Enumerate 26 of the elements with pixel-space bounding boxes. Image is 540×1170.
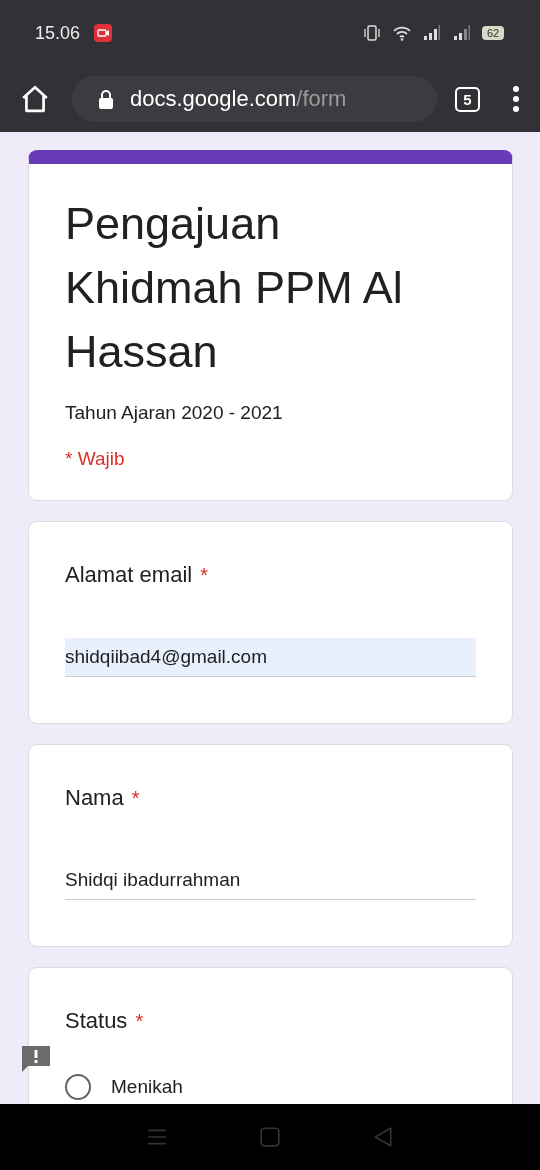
required-mark: * xyxy=(200,564,208,587)
battery-level: 62 xyxy=(482,26,504,40)
screen-record-icon xyxy=(94,24,113,42)
vibrate-icon xyxy=(362,24,382,42)
text-field[interactable]: shidqiibad4@gmail.com xyxy=(65,638,476,677)
question-label: Nama xyxy=(65,785,124,811)
lock-icon xyxy=(98,89,114,109)
home-icon[interactable] xyxy=(20,84,50,114)
signal-icon xyxy=(452,24,472,42)
clock-time: 15.06 xyxy=(35,22,81,44)
required-mark: * xyxy=(135,1010,144,1033)
form-title: Pengajuan Khidmah PPM Al Hassan xyxy=(65,197,404,379)
address-bar[interactable]: docs.google.com/form xyxy=(72,76,437,122)
question-label: Status xyxy=(65,1008,128,1034)
question-label: Alamat email xyxy=(65,562,193,588)
signal-icon xyxy=(422,24,442,42)
radio-button[interactable] xyxy=(65,1074,91,1100)
more-options-icon[interactable] xyxy=(512,85,520,113)
required-mark: * xyxy=(131,787,140,810)
form-description: Tahun Ajaran 2020 - 2021 xyxy=(65,402,284,424)
required-note: * Wajib xyxy=(65,448,126,470)
wifi-icon xyxy=(392,24,412,42)
report-icon[interactable] xyxy=(20,1044,52,1074)
url-text: docs.google.com/form xyxy=(130,86,347,112)
tab-count-button[interactable]: 5 xyxy=(455,86,480,112)
option-label: Menikah xyxy=(111,1076,183,1098)
